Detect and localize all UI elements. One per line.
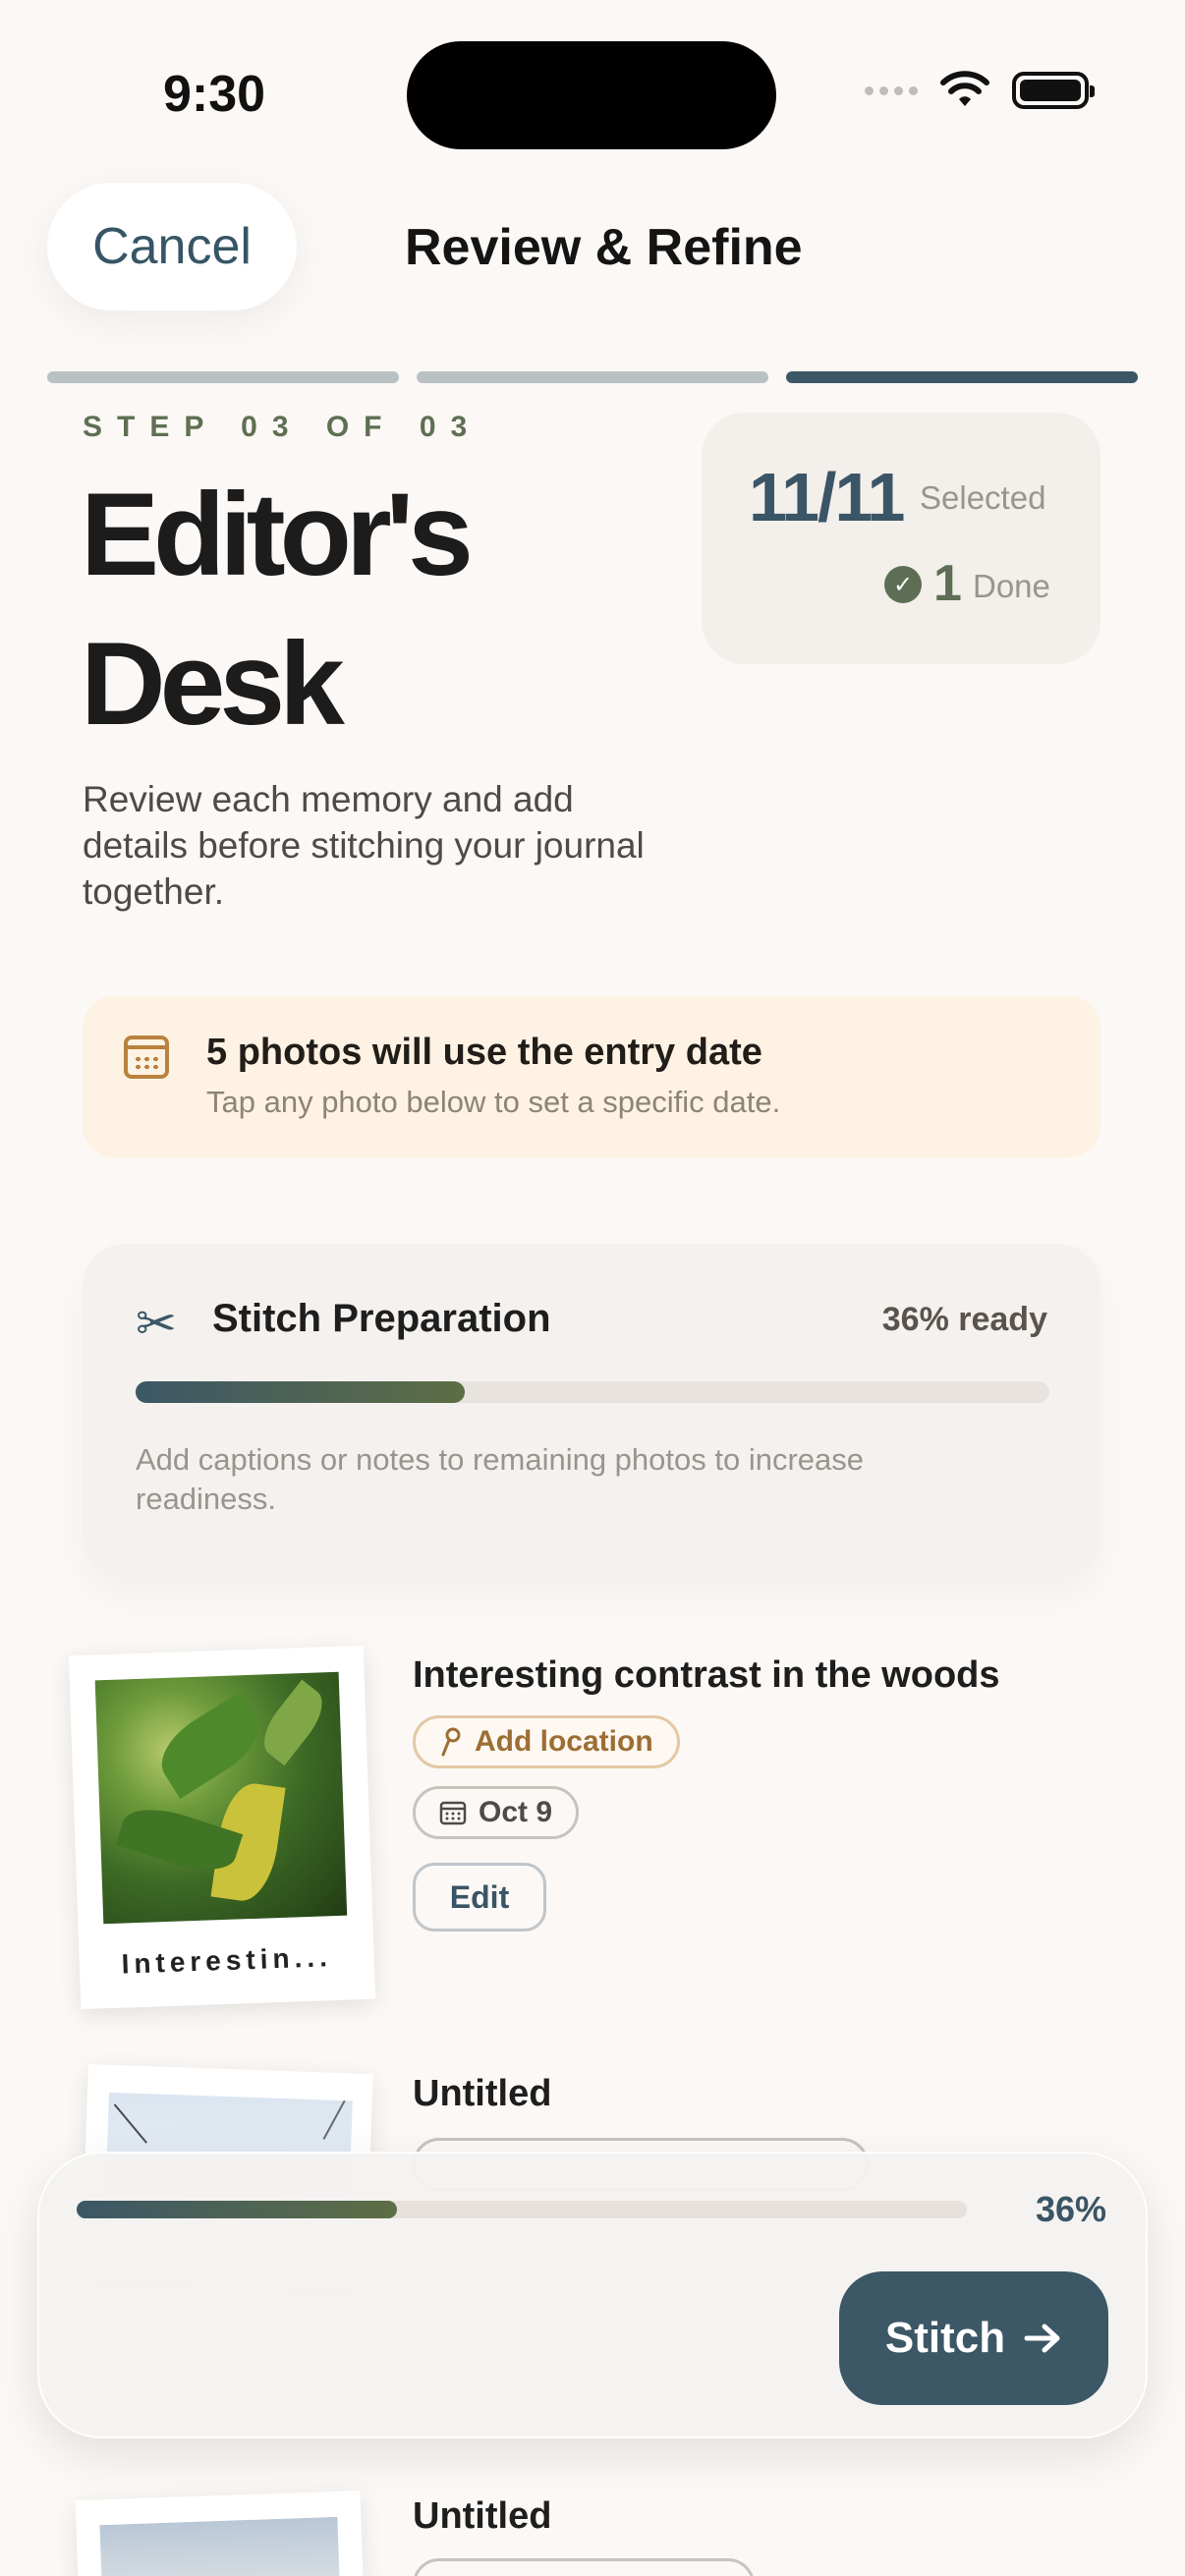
edit-button[interactable]: Edit [413,1863,546,1932]
memory-photo [94,1671,348,1925]
page-title: Editor's Desk [81,469,474,750]
step-label: STEP 03 OF 03 [83,411,482,443]
selected-label: Selected [920,479,1046,516]
dynamic-island [407,41,776,149]
selection-stats-card [702,413,1100,664]
check-circle-icon: ✓ [884,566,922,603]
status-icons [865,71,1095,110]
footer-progress-bar [77,2201,967,2218]
memory-title[interactable]: Untitled [413,2495,551,2538]
step-progress-segment-1 [47,371,399,383]
memory-title[interactable]: Untitled [413,2073,551,2115]
nav-title: Review & Refine [405,219,803,276]
cancel-button[interactable]: Cancel [47,183,297,310]
calendar-small-icon [439,1801,467,1825]
add-location-button[interactable]: Add location [413,1715,680,1768]
scissors-icon: ✂ [136,1296,177,1351]
notice-title: 5 photos will use the entry date [206,1032,762,1073]
done-count: 1 [933,555,962,612]
date-chip[interactable]: Oct 9 [413,1786,580,1839]
memory-photo-card[interactable] [75,2491,367,2576]
calendar-icon [124,1036,169,1079]
arrow-right-icon [1024,2324,1060,2353]
add-location-label: Add location [475,1725,653,1758]
prep-progress-bar [136,1381,1049,1403]
stitch-label: Stitch [884,2314,1006,2362]
footer-progress-fill [77,2201,398,2218]
notice-subtitle: Tap any photo below to set a specific da… [206,1085,781,1119]
selected-count: 11/11 [749,459,905,535]
prep-hint: Add captions or notes to remaining photo… [136,1442,865,1516]
memory-photo [99,2516,344,2576]
memory-chip[interactable] [413,2558,755,2576]
prep-percent: 36% ready [881,1301,1047,1338]
page-description: Review each memory and add details befor… [83,779,645,912]
memory-caption: Interestin... [121,1941,333,1980]
status-time: 9:30 [163,66,266,123]
footer-percent: 36% [1035,2189,1106,2229]
wifi-icon [940,71,989,106]
prep-title: Stitch Preparation [212,1297,551,1340]
pin-icon [441,1727,461,1757]
cellular-signal-icon [865,85,918,95]
entry-date-notice [83,996,1100,1157]
done-label: Done [973,568,1050,604]
date-label: Oct 9 [479,1796,553,1828]
stitch-button[interactable]: Stitch [839,2271,1108,2405]
battery-icon [1012,72,1095,109]
step-progress-segment-3 [786,371,1138,383]
memory-title[interactable]: Interesting contrast in the woods [413,1654,1000,1697]
prep-progress-fill [136,1381,465,1403]
step-progress-segment-2 [417,371,768,383]
stitch-preparation-card [83,1244,1100,1578]
memory-photo-card[interactable]: Interestin... [68,1645,376,2010]
